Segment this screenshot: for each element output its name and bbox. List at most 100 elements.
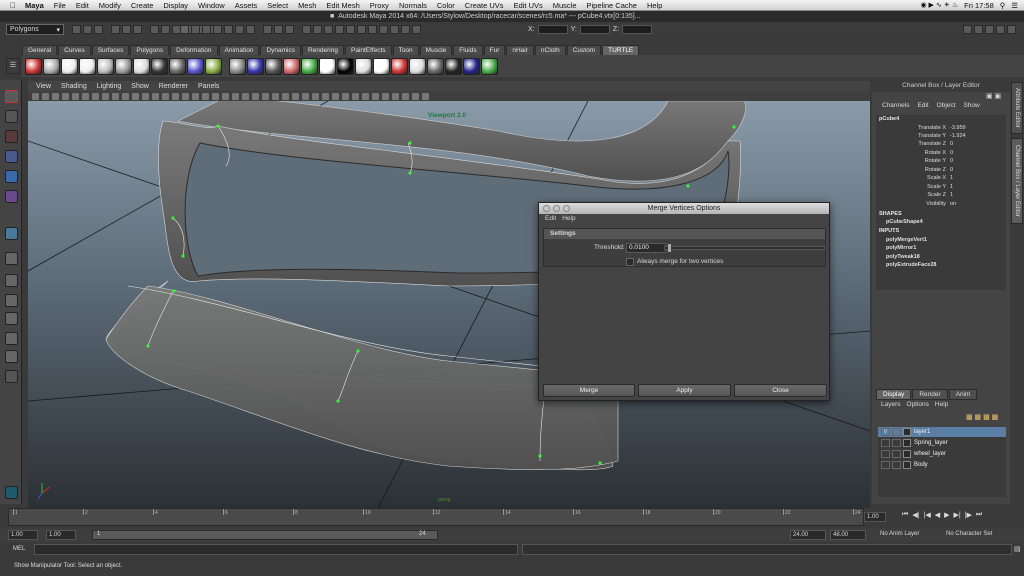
- shelf-tool-icon[interactable]: [247, 57, 264, 75]
- menu-muscle[interactable]: Muscle: [548, 1, 582, 10]
- paint-select-tool-icon[interactable]: [5, 130, 18, 143]
- attr-name[interactable]: Scale Y: [927, 184, 946, 190]
- tab-display[interactable]: Display: [876, 389, 912, 400]
- dialog-help-menu[interactable]: Help: [559, 215, 578, 225]
- input-node[interactable]: polyMirror1: [886, 245, 916, 251]
- viewport-toolbar-icon[interactable]: [292, 92, 299, 100]
- viewport-toolbar-icon[interactable]: [52, 92, 59, 100]
- attr-name[interactable]: Scale X: [927, 175, 946, 181]
- app-menu[interactable]: Maya: [20, 1, 49, 10]
- layer-color-icon[interactable]: [903, 461, 911, 469]
- step-back-key-icon[interactable]: ◀|: [912, 511, 919, 519]
- viewport-toolbar-icon[interactable]: [72, 92, 79, 100]
- shelf-tab-toon[interactable]: Toon: [392, 45, 419, 55]
- y-field[interactable]: [579, 25, 610, 34]
- menu-create[interactable]: Create: [126, 1, 159, 10]
- shelf-tab-deformation[interactable]: Deformation: [170, 45, 218, 55]
- perspective-graph-layout-icon[interactable]: [5, 312, 18, 325]
- viewport-toolbar-icon[interactable]: [82, 92, 89, 100]
- viewport-toolbar-icon[interactable]: [182, 92, 189, 100]
- apply-button[interactable]: Apply: [638, 384, 731, 397]
- attr-value[interactable]: 0: [950, 167, 953, 173]
- attr-value[interactable]: -3.959: [950, 125, 966, 131]
- shelf-tab-dynamics[interactable]: Dynamics: [260, 45, 301, 55]
- dialog-edit-menu[interactable]: Edit: [542, 215, 559, 225]
- menu-edit-uvs[interactable]: Edit UVs: [509, 1, 548, 10]
- viewport-toolbar-icon[interactable]: [32, 92, 39, 100]
- viewport-toolbar-icon[interactable]: [262, 92, 269, 100]
- play-back-icon[interactable]: ◀: [935, 511, 940, 519]
- viewport-menu-shading[interactable]: Shading: [56, 83, 92, 90]
- viewport-toolbar-icon[interactable]: [402, 92, 409, 100]
- layers-menu[interactable]: Layers: [878, 401, 904, 408]
- menu-pipeline-cache[interactable]: Pipeline Cache: [582, 1, 642, 10]
- step-back-icon[interactable]: |◀: [924, 511, 931, 519]
- threshold-input[interactable]: 0.0100: [626, 243, 666, 253]
- attr-name[interactable]: Translate X: [918, 125, 946, 131]
- z-field[interactable]: [622, 25, 653, 34]
- viewport-toolbar-icon[interactable]: [122, 92, 129, 100]
- attr-name[interactable]: Translate Y: [918, 133, 946, 139]
- shelf-tool-icon[interactable]: [97, 57, 114, 75]
- shelf-tool-icon[interactable]: [463, 57, 480, 75]
- viewport-toolbar-icon[interactable]: [222, 92, 229, 100]
- current-frame-field[interactable]: 1.00: [864, 512, 886, 522]
- menu-window[interactable]: Window: [193, 1, 230, 10]
- rotate-tool-icon[interactable]: [5, 170, 18, 183]
- shelf-tool-icon[interactable]: [481, 57, 498, 75]
- channels-menu[interactable]: Channels: [878, 102, 913, 112]
- shelf-tool-icon[interactable]: [427, 57, 444, 75]
- anim-layer-dropdown[interactable]: No Anim Layer: [880, 531, 919, 537]
- start-time-field[interactable]: 1.00: [8, 530, 38, 540]
- threshold-slider-handle[interactable]: [668, 244, 671, 252]
- shelf-tool-icon[interactable]: [301, 57, 318, 75]
- layer-row[interactable]: Spring_layer: [878, 438, 1006, 448]
- x-field[interactable]: [537, 25, 568, 34]
- viewport-toolbar-icon[interactable]: [162, 92, 169, 100]
- object-menu[interactable]: Object: [933, 102, 960, 112]
- layout-icon[interactable]: [5, 350, 18, 363]
- viewport-toolbar-icon[interactable]: [282, 92, 289, 100]
- shelf-tool-icon[interactable]: [391, 57, 408, 75]
- viewport-toolbar-icon[interactable]: [232, 92, 239, 100]
- viewport-toolbar-icon[interactable]: [302, 92, 309, 100]
- attribute-editor-tab[interactable]: Attribute Editor: [1011, 82, 1023, 134]
- attr-name[interactable]: Rotate X: [925, 150, 946, 156]
- attr-value[interactable]: on: [950, 201, 956, 207]
- visibility-toggle[interactable]: V: [881, 428, 890, 436]
- menu-modify[interactable]: Modify: [94, 1, 126, 10]
- viewport-toolbar-icon[interactable]: [322, 92, 329, 100]
- four-view-layout-icon[interactable]: [5, 274, 18, 287]
- step-forward-key-icon[interactable]: |▶: [965, 511, 972, 519]
- threshold-slider[interactable]: [664, 246, 825, 250]
- viewport-menu-panels[interactable]: Panels: [193, 83, 224, 90]
- layer-action-icons[interactable]: ▩ ▩ ▩ ▩: [966, 413, 998, 421]
- step-forward-icon[interactable]: ▶|: [954, 511, 961, 519]
- minimize-icon[interactable]: [553, 205, 560, 212]
- viewport-toolbar-icon[interactable]: [112, 92, 119, 100]
- options-menu[interactable]: Options: [904, 401, 932, 408]
- shelf-tool-icon[interactable]: [337, 57, 354, 75]
- go-to-start-icon[interactable]: ⏮: [902, 511, 908, 519]
- visibility-toggle[interactable]: [881, 439, 890, 447]
- viewport-toolbar-icon[interactable]: [102, 92, 109, 100]
- input-node[interactable]: polyTweak18: [886, 254, 920, 260]
- attr-value[interactable]: 1: [950, 184, 953, 190]
- viewport-toolbar-icon[interactable]: [412, 92, 419, 100]
- viewport-toolbar-icon[interactable]: [92, 92, 99, 100]
- list-icon[interactable]: ☰: [1011, 1, 1018, 10]
- layer-row[interactable]: wheel_layer: [878, 449, 1006, 459]
- shelf-tab-animation[interactable]: Animation: [218, 45, 260, 55]
- tab-render[interactable]: Render: [912, 389, 948, 400]
- command-input[interactable]: [34, 544, 518, 555]
- close-button[interactable]: Close: [734, 384, 827, 397]
- clock[interactable]: Fri 17:58: [964, 1, 994, 10]
- layer-row[interactable]: Vlayer1: [878, 427, 1006, 437]
- shelf-tool-icon[interactable]: [265, 57, 282, 75]
- move-tool-icon[interactable]: [5, 150, 18, 163]
- attr-name[interactable]: Rotate Y: [925, 158, 946, 164]
- shelf-tool-icon[interactable]: [187, 57, 204, 75]
- menu-edit[interactable]: Edit: [71, 1, 94, 10]
- shelf-tool-icon[interactable]: [25, 57, 42, 75]
- select-tool-icon[interactable]: [5, 90, 18, 103]
